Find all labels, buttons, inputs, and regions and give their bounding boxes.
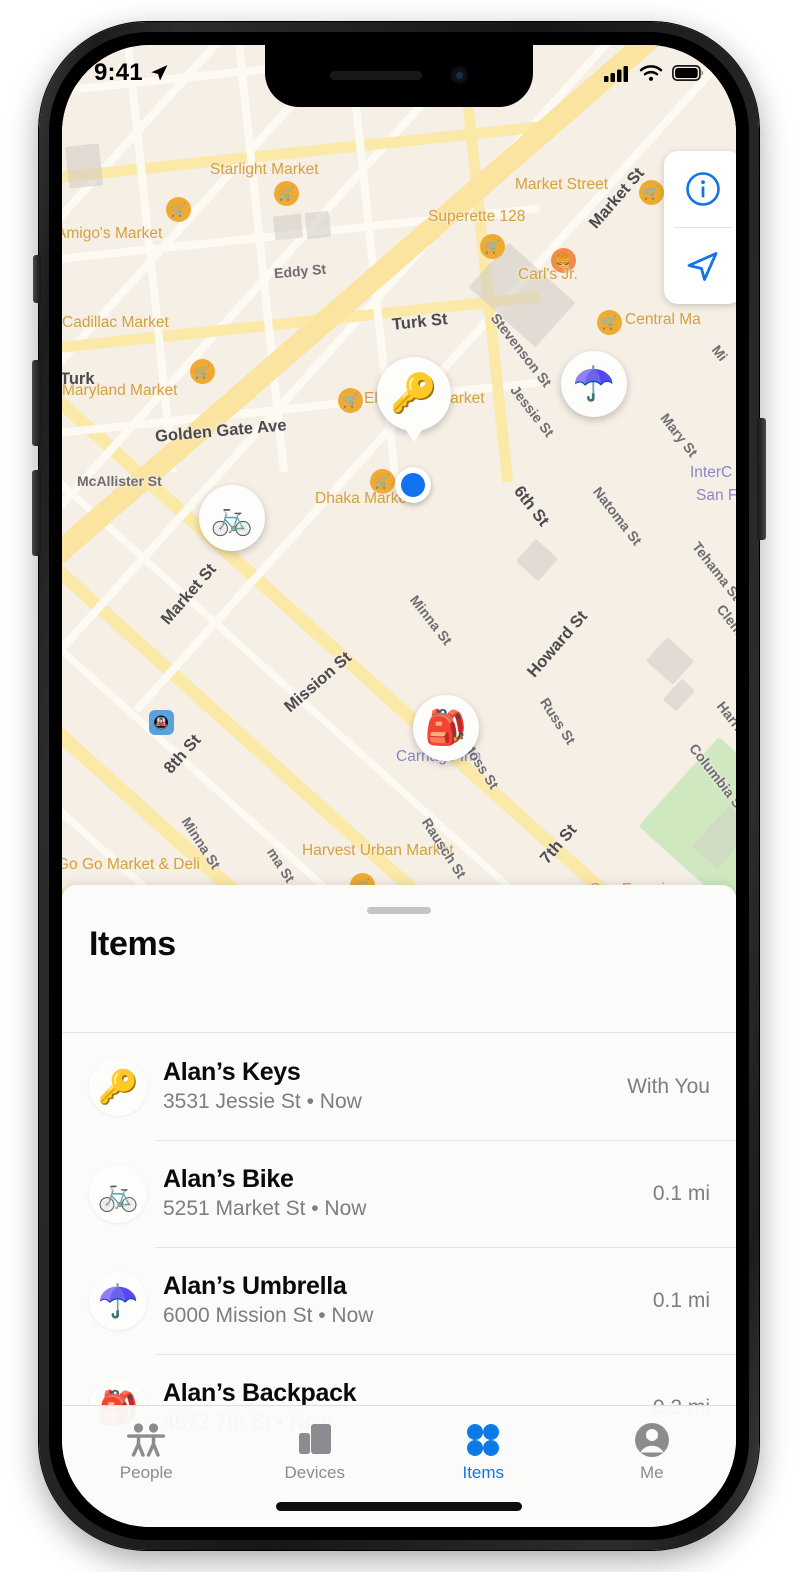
map-pin-umbrella[interactable]: ☂️ [561,351,627,417]
map-controls[interactable] [664,151,736,304]
map-poi-label: Go Go Market & Deli [62,856,200,873]
list-item-text: Alan’s Keys 3531 Jessie St • Now [163,1058,627,1116]
tab-people[interactable]: People [62,1418,231,1483]
tab-label: Items [462,1463,505,1482]
list-item-title: Alan’s Umbrella [163,1271,347,1300]
list-item-text: Alan’s Umbrella 6000 Mission St • Now [163,1272,653,1330]
map-info-button[interactable] [664,151,736,227]
map-poi-label: Harvest Urban Market [302,842,454,859]
list-item-subtitle: 6000 Mission St • Now [163,1304,374,1328]
status-time-group: 9:41 [94,59,169,87]
tab-items[interactable]: Items [399,1418,568,1483]
cellular-bars-icon [604,66,628,82]
list-item[interactable]: 🔑 Alan’s Keys 3531 Jessie St • Now With … [62,1033,736,1140]
map-street-label: Turk [62,370,95,388]
sheet-grabber[interactable] [367,907,431,914]
map-poi-label: San F [696,487,736,504]
umbrella-icon: ☂️ [89,1271,147,1330]
list-item-subtitle: 5251 Market St • Now [163,1197,367,1221]
wifi-icon [639,65,663,81]
map-poi-label: Cadillac Market [62,314,169,331]
list-item-distance: With You [627,1074,710,1098]
map-poi-label: Market Street [515,176,609,193]
map-pin-backpack[interactable]: 🎒 [413,695,479,761]
battery-full-icon [672,65,703,81]
key-icon: 🔑 [89,1057,147,1116]
mute-switch[interactable] [33,255,41,303]
poi-transit-icon: 🚇 [149,710,174,735]
list-item-distance: 0.1 mi [652,1288,710,1312]
map-poi-label: Central Ma [625,311,701,328]
status-time: 9:41 [94,59,143,86]
list-item-distance: 0.1 mi [652,1181,710,1205]
list-item-title: Alan’s Backpack [163,1378,357,1407]
map-poi-label: InterC [690,464,733,481]
poi-cart-icon: 🛒 [338,388,363,413]
tab-label: Devices [284,1463,345,1482]
poi-cart-icon: 🛒 [639,180,664,205]
poi-cart-icon: 🛒 [190,359,215,384]
volume-up-button[interactable] [32,360,41,446]
poi-cart-icon: 🛒 [480,234,505,259]
map-poi-label: Carl's Jr. [518,266,578,283]
items-list: 🔑 Alan’s Keys 3531 Jessie St • Now With … [62,1033,736,1461]
list-item-text: Alan’s Bike 5251 Market St • Now [163,1165,653,1223]
poi-cart-icon: 🛒 [597,310,622,335]
people-icon [125,1418,167,1458]
umbrella-icon: ☂️ [572,365,616,403]
location-arrow-icon [151,65,168,81]
map-street-label: McAllister St [77,473,162,489]
tab-me[interactable]: Me [568,1418,737,1483]
key-icon: 🔑 [390,373,438,415]
items-grid-icon [464,1418,502,1458]
volume-down-button[interactable] [32,470,41,556]
poi-cart-icon: 🛒 [166,197,191,222]
phone-screen: 🛒 🛒 🛒 🛒 🍔 ☕ 🛒 🛒 🛒 🛒 🛏 🚇 🛒 🛒 Starlight Ma… [62,45,736,1527]
list-item-subtitle: 3531 Jessie St • Now [163,1090,362,1114]
list-item-title: Alan’s Bike [163,1164,294,1193]
map-poi-label: Superette 128 [428,208,526,225]
map-locate-button[interactable] [664,228,736,304]
devices-icon [295,1418,335,1458]
map-poi-label: Amigo's Market [62,225,163,242]
tab-devices[interactable]: Devices [231,1418,400,1483]
bicycle-icon: 🚲 [210,499,254,537]
backpack-icon: 🎒 [424,709,468,747]
poi-cart-icon: 🛒 [274,181,299,206]
map-poi-label: Starlight Market [210,161,319,178]
current-location-dot [395,467,431,503]
home-indicator[interactable] [276,1502,522,1511]
map-pin-keys[interactable]: 🔑 [377,357,451,431]
front-camera-icon [450,66,468,84]
bicycle-icon: 🚲 [89,1164,147,1223]
notch [265,45,533,107]
earpiece-speaker [330,70,422,80]
page-title: Items [89,925,176,963]
status-indicators [604,64,704,82]
location-arrow-icon [687,252,718,281]
tab-label: Me [639,1463,664,1482]
list-item[interactable]: 🚲 Alan’s Bike 5251 Market St • Now 0.1 m… [62,1140,736,1247]
info-circle-icon [686,172,720,206]
map-view[interactable]: 🛒 🛒 🛒 🛒 🍔 ☕ 🛒 🛒 🛒 🛒 🛏 🚇 🛒 🛒 Starlight Ma… [62,45,736,897]
map-pin-bike[interactable]: 🚲 [199,485,265,551]
list-item-title: Alan’s Keys [163,1057,301,1086]
tab-label: People [119,1463,173,1482]
person-circle-icon [633,1418,671,1458]
list-item[interactable]: ☂️ Alan’s Umbrella 6000 Mission St • Now… [62,1247,736,1354]
power-button[interactable] [757,418,766,540]
